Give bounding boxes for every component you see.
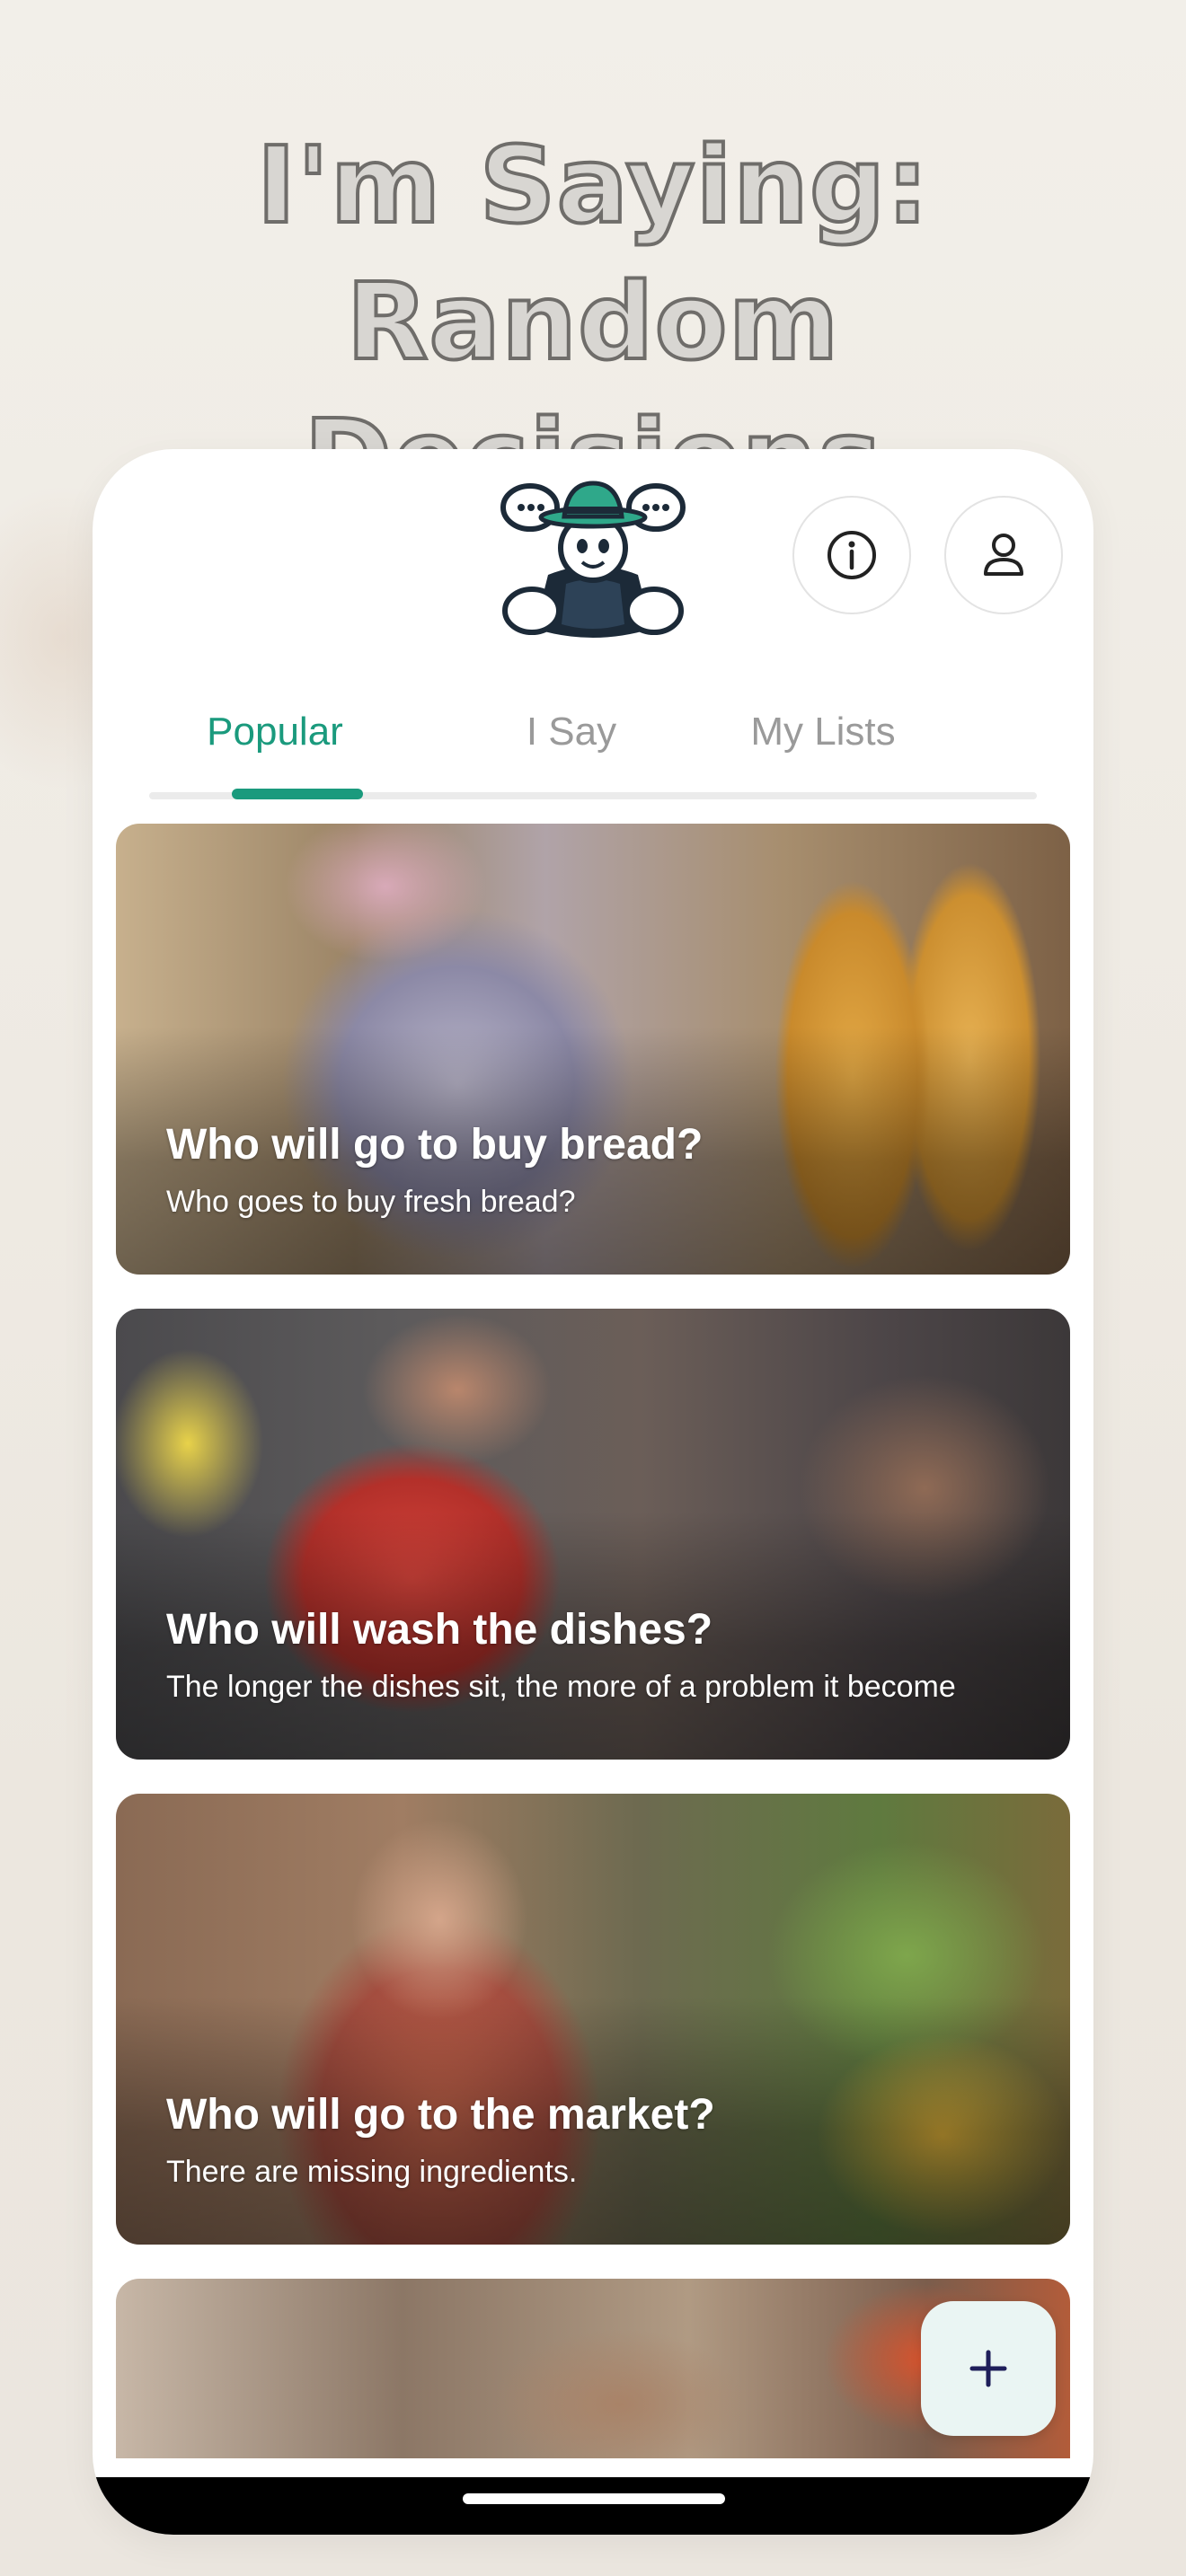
plus-icon — [969, 2350, 1007, 2387]
system-bottom-bar — [93, 2477, 1093, 2535]
home-indicator[interactable] — [463, 2493, 725, 2504]
add-list-button[interactable] — [921, 2301, 1056, 2436]
decision-card-dishes[interactable]: Who will wash the dishes? The longer the… — [116, 1309, 1070, 1760]
tab-my-lists[interactable]: My Lists — [706, 692, 940, 772]
tab-popular[interactable]: Popular — [185, 692, 365, 772]
profile-button[interactable] — [944, 496, 1063, 614]
card-subtitle: Who goes to buy fresh bread? — [166, 1185, 576, 1219]
card-subtitle: There are missing ingredients. — [166, 2155, 578, 2189]
tab-active-indicator — [232, 789, 363, 799]
user-icon — [984, 534, 1023, 576]
tab-i-say[interactable]: I Say — [482, 692, 661, 772]
card-title: Who will go to buy bread? — [166, 1121, 704, 1169]
headline-line-1: I'm Saying: Random — [254, 121, 930, 385]
app-screen: Popular I Say My Lists Who will go to bu… — [93, 449, 1093, 2535]
card-subtitle: The longer the dishes sit, the more of a… — [166, 1670, 956, 1704]
card-title: Who will wash the dishes? — [166, 1606, 713, 1654]
cowboy-mascot-logo-icon — [494, 467, 692, 647]
decision-card-market[interactable]: Who will go to the market? There are mis… — [116, 1794, 1070, 2245]
tab-bar: Popular I Say My Lists — [149, 692, 1037, 799]
info-button[interactable] — [792, 496, 911, 614]
decision-card-bread[interactable]: Who will go to buy bread? Who goes to bu… — [116, 824, 1070, 1275]
card-title: Who will go to the market? — [166, 2091, 715, 2139]
info-icon — [828, 531, 876, 579]
